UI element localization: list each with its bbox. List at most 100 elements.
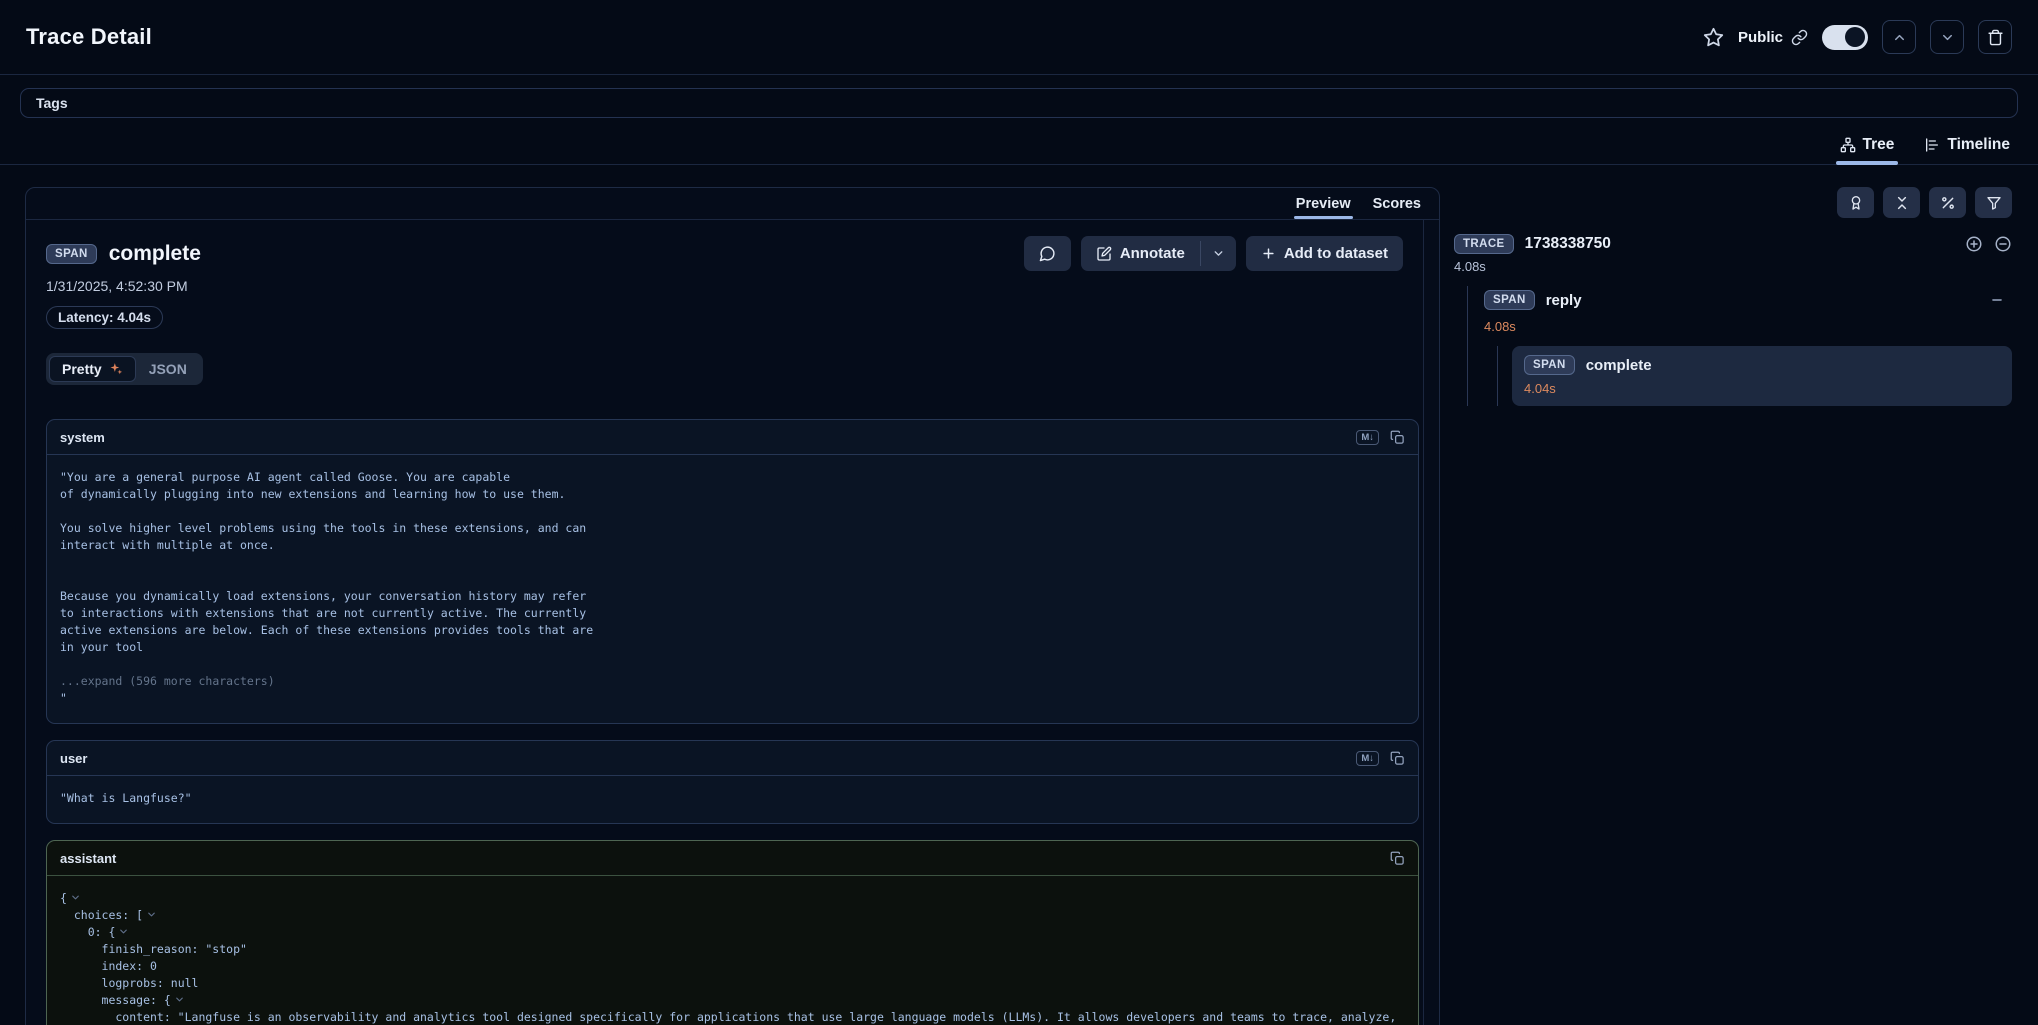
annotate-dropdown-button[interactable] <box>1201 236 1236 271</box>
format-json-button[interactable]: JSON <box>136 356 200 382</box>
observation-name: complete <box>109 242 201 266</box>
collapse-chevron-icon[interactable] <box>118 926 129 937</box>
collapse-all-circle-button[interactable] <box>1994 235 2012 253</box>
json-line: finish_reason: "stop" <box>60 941 1405 958</box>
previous-trace-button[interactable] <box>1882 20 1916 54</box>
plus-circle-icon <box>1965 235 1983 253</box>
panel-header: user M↓ <box>47 741 1418 776</box>
tags-input[interactable]: Tags <box>20 88 2018 118</box>
json-viewer: { choices: [ 0: { finish_reason: "stop" … <box>47 876 1418 1025</box>
filter-funnel-icon <box>1986 195 2002 211</box>
markdown-toggle-icon[interactable]: M↓ <box>1356 430 1379 445</box>
public-toggle[interactable] <box>1822 25 1868 50</box>
format-json-label: JSON <box>149 361 187 377</box>
collapse-chevron-icon[interactable] <box>146 909 157 920</box>
json-text: message: { <box>102 993 171 1007</box>
percent-icon <box>1940 195 1956 211</box>
metrics-percent-button[interactable] <box>1929 187 1966 218</box>
copy-button[interactable] <box>1390 751 1405 766</box>
message-panel-system: system M↓ "You are a general purpose AI … <box>46 419 1419 724</box>
delete-trace-button[interactable] <box>1978 20 2012 54</box>
span-row-complete-selected[interactable]: SPAN complete 4.04s <box>1512 346 2012 406</box>
trace-duration: 4.08s <box>1454 259 2012 274</box>
star-icon <box>1703 27 1724 48</box>
panel-tools: M↓ <box>1356 430 1405 445</box>
copy-button[interactable] <box>1390 430 1405 445</box>
filter-button[interactable] <box>1975 187 2012 218</box>
collapse-all-button[interactable] <box>1883 187 1920 218</box>
collapse-chevron-icon[interactable] <box>174 994 185 1005</box>
json-line: { <box>60 890 1405 907</box>
span-name: reply <box>1546 292 1582 309</box>
copy-button[interactable] <box>1390 851 1405 866</box>
panel-role-label: assistant <box>60 851 116 866</box>
expand-all-button[interactable] <box>1965 235 1983 253</box>
span-duration: 4.08s <box>1484 319 2012 334</box>
json-line: index: 0 <box>60 958 1405 975</box>
tab-preview[interactable]: Preview <box>1296 188 1351 219</box>
copy-public-link-button[interactable] <box>1791 29 1808 46</box>
latency-badge: Latency: 4.04s <box>46 306 163 329</box>
chevron-down-icon <box>1940 30 1955 45</box>
trace-root-row[interactable]: TRACE 1738338750 <box>1454 234 2012 254</box>
edit-pen-icon <box>1096 246 1112 262</box>
panel-role-label: system <box>60 430 105 445</box>
observation-timestamp: 1/31/2025, 4:52:30 PM <box>46 278 1419 294</box>
card-tabs: Preview Scores <box>26 188 1439 220</box>
collapse-node-button[interactable] <box>1990 293 2004 307</box>
sparkles-icon <box>109 362 123 376</box>
tab-tree[interactable]: Tree <box>1838 128 1897 164</box>
copy-icon <box>1390 751 1405 766</box>
tab-tree-label: Tree <box>1863 136 1895 154</box>
markdown-toggle-icon[interactable]: M↓ <box>1356 751 1379 766</box>
tab-timeline[interactable]: Timeline <box>1922 128 2012 164</box>
toggle-knob <box>1845 27 1865 47</box>
timeline-icon <box>1924 137 1940 153</box>
copy-icon <box>1390 430 1405 445</box>
json-line: choices: [ <box>60 907 1405 924</box>
comment-button[interactable] <box>1024 236 1071 271</box>
span-type-badge: SPAN <box>46 244 97 264</box>
json-line: logprobs: null <box>60 975 1405 992</box>
comment-icon <box>1039 245 1056 262</box>
json-text: { <box>60 891 67 905</box>
span-type-badge: SPAN <box>1524 355 1575 375</box>
tree-children-level-1: SPAN reply 4.08s SPAN complete 4.04s <box>1467 286 2012 406</box>
panel-tools <box>1390 851 1405 866</box>
page-title: Trace Detail <box>26 24 152 50</box>
message-panel-assistant: assistant { choices: [ 0: { finish_reaso… <box>46 840 1419 1025</box>
annotate-button[interactable]: Annotate <box>1081 236 1200 271</box>
next-trace-button[interactable] <box>1930 20 1964 54</box>
scrollbar-track[interactable] <box>1423 220 1424 1025</box>
tab-preview-label: Preview <box>1296 196 1351 212</box>
json-line: message: { <box>60 992 1405 1009</box>
format-pretty-button[interactable]: Pretty <box>49 356 136 382</box>
add-to-dataset-button[interactable]: Add to dataset <box>1246 236 1403 271</box>
panel-content: "You are a general purpose AI agent call… <box>47 455 1418 723</box>
bookmark-star-button[interactable] <box>1703 27 1724 48</box>
format-pretty-label: Pretty <box>62 361 102 377</box>
trash-icon <box>1987 29 2004 46</box>
tags-label: Tags <box>36 95 68 111</box>
top-bar: Trace Detail Public <box>0 0 2038 74</box>
minus-icon <box>1990 293 2004 307</box>
observation-card: Preview Scores SPAN complete <box>25 187 1440 1025</box>
tab-timeline-label: Timeline <box>1947 136 2010 154</box>
tab-scores[interactable]: Scores <box>1373 188 1421 219</box>
header-divider <box>0 74 2038 75</box>
public-label: Public <box>1738 29 1783 46</box>
closing-quote: " <box>60 690 1405 707</box>
json-text: 0: { <box>88 925 116 939</box>
add-to-dataset-label: Add to dataset <box>1284 245 1388 262</box>
top-bar-actions: Public <box>1703 20 2012 54</box>
trace-type-badge: TRACE <box>1454 234 1514 254</box>
expand-link[interactable]: ...expand (596 more characters) <box>60 673 1405 690</box>
minus-circle-icon <box>1994 235 2012 253</box>
format-toggle: Pretty JSON <box>46 353 203 385</box>
panel-content: "What is Langfuse?" <box>47 776 1418 823</box>
collapse-chevron-icon[interactable] <box>70 892 81 903</box>
observation-header-row: SPAN complete Annotate <box>46 236 1419 271</box>
span-row-reply[interactable]: SPAN reply <box>1484 286 2012 314</box>
annotations-view-button[interactable] <box>1837 187 1874 218</box>
user-message-text: "What is Langfuse?" <box>60 790 1405 807</box>
